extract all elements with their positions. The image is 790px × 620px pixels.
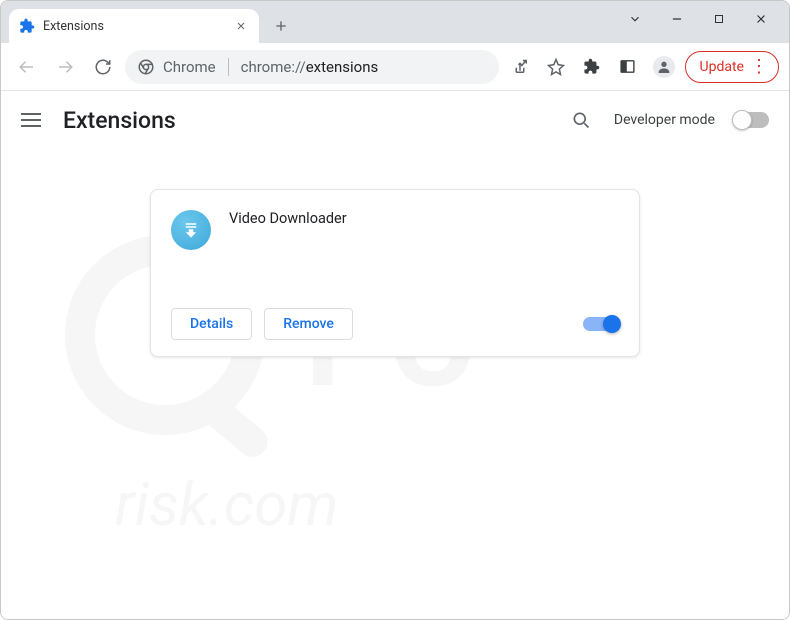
chrome-icon	[137, 58, 155, 76]
update-button[interactable]: Update ⋮	[685, 51, 779, 83]
update-label: Update	[700, 59, 744, 75]
extension-icon	[171, 210, 211, 250]
star-icon[interactable]	[541, 52, 571, 82]
address-divider	[228, 58, 229, 76]
extension-enabled-toggle[interactable]	[583, 317, 619, 331]
page-content: PC risk.com Extensions Developer mode	[1, 91, 789, 619]
url-bar-row: Chrome chrome://extensions Update ⋮	[1, 43, 789, 91]
close-button[interactable]	[751, 12, 771, 26]
sidepanel-icon[interactable]	[613, 52, 643, 82]
tab-close-icon[interactable]	[233, 18, 249, 34]
forward-button[interactable]	[49, 51, 81, 83]
share-icon[interactable]	[505, 52, 535, 82]
new-tab-button[interactable]	[267, 12, 295, 40]
address-app: Chrome	[163, 58, 216, 76]
search-icon[interactable]	[566, 105, 596, 135]
minimize-button[interactable]	[667, 12, 687, 26]
developer-mode-label: Developer mode	[614, 112, 715, 128]
menu-icon[interactable]	[21, 113, 41, 127]
extension-name: Video Downloader	[229, 210, 347, 300]
tab-title: Extensions	[43, 19, 104, 34]
maximize-button[interactable]	[709, 13, 729, 25]
titlebar: Extensions	[1, 1, 789, 43]
address-bar[interactable]: Chrome chrome://extensions	[125, 50, 499, 84]
svg-text:risk.com: risk.com	[115, 469, 338, 540]
address-prefix: chrome://	[241, 58, 306, 76]
extensions-header: Extensions Developer mode	[1, 91, 789, 149]
extension-card: Video Downloader Details Remove	[150, 189, 640, 357]
puzzle-icon	[19, 18, 35, 34]
back-button[interactable]	[11, 51, 43, 83]
address-path: extensions	[306, 58, 379, 76]
profile-icon[interactable]	[649, 52, 679, 82]
page-title: Extensions	[63, 107, 176, 134]
remove-button[interactable]: Remove	[264, 308, 353, 340]
details-button[interactable]: Details	[171, 308, 252, 340]
chevron-down-icon[interactable]	[625, 12, 645, 26]
extensions-icon[interactable]	[577, 52, 607, 82]
developer-mode-toggle[interactable]	[733, 112, 769, 128]
browser-tab[interactable]: Extensions	[9, 9, 259, 43]
reload-button[interactable]	[87, 51, 119, 83]
window-controls	[625, 1, 789, 37]
